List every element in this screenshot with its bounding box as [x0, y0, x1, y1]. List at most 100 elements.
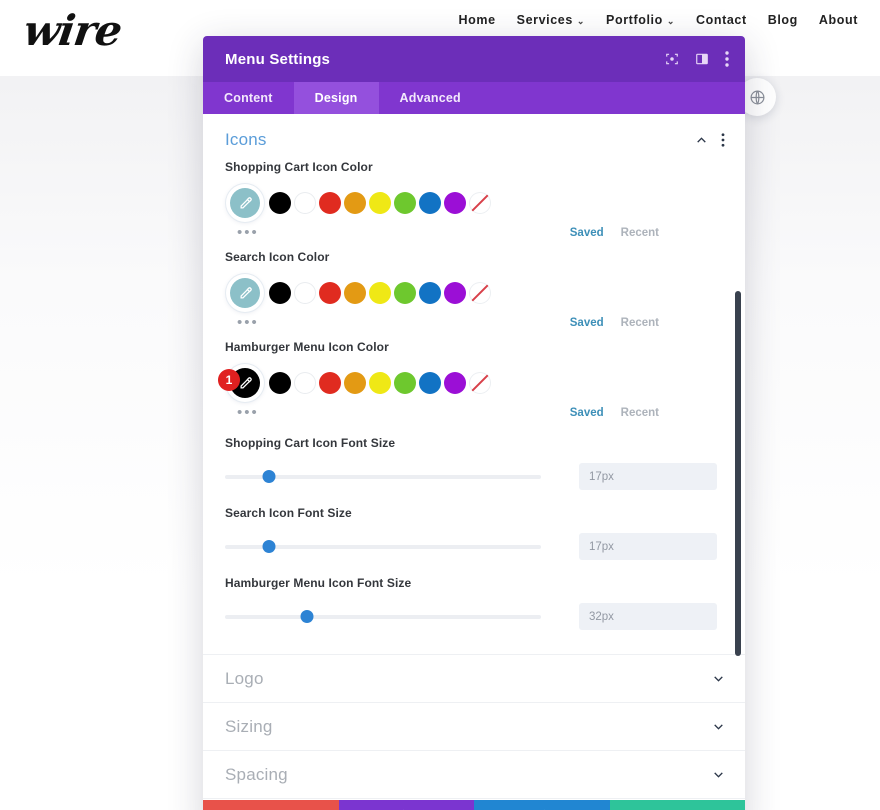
font-size-input[interactable]: 17px [579, 533, 717, 560]
swatch-#e39a14[interactable] [344, 192, 366, 214]
color-field: Hamburger Menu Icon Color 1 ••• Saved Recent [203, 340, 745, 420]
section-icons-header[interactable]: Icons [203, 114, 745, 160]
swatch-#ffffff[interactable] [294, 282, 316, 304]
swatch-#e02b20[interactable] [319, 372, 341, 394]
chevron-down-icon[interactable] [712, 768, 725, 781]
more-colors-button[interactable]: ••• [237, 315, 259, 330]
swatch-#1273c4[interactable] [419, 192, 441, 214]
panel-scrollbar[interactable] [735, 291, 741, 656]
redo-button[interactable] [474, 800, 610, 810]
tab-advanced[interactable]: Advanced [379, 82, 482, 114]
font-size-slider[interactable] [225, 537, 541, 557]
swatch-#1273c4[interactable] [419, 282, 441, 304]
nav-item-home[interactable]: Home [459, 13, 496, 27]
tab-design[interactable]: Design [293, 82, 379, 114]
recent-colors-link[interactable]: Recent [621, 317, 659, 329]
tab-content[interactable]: Content [203, 82, 294, 114]
modal-title-tools [665, 51, 729, 67]
color-field-label: Hamburger Menu Icon Color [225, 340, 389, 354]
font-size-input[interactable]: 17px [579, 463, 717, 490]
nav-item-about[interactable]: About [819, 13, 858, 27]
nav-item-label: Portfolio [606, 13, 663, 27]
save-button[interactable] [609, 800, 745, 810]
site-logo[interactable]: wire [21, 6, 125, 55]
swatch-#ffffff[interactable] [294, 192, 316, 214]
nav-item-contact[interactable]: Contact [696, 13, 747, 27]
saved-colors-link[interactable]: Saved [570, 407, 604, 419]
section-logo-header[interactable]: Logo [203, 655, 745, 702]
swatch-#000000[interactable] [269, 282, 291, 304]
swatch-#e02b20[interactable] [319, 192, 341, 214]
modified-count-badge: 1 [218, 369, 240, 391]
selected-color-button[interactable] [225, 183, 265, 223]
swatch-transparent[interactable] [469, 192, 491, 214]
more-colors-button[interactable]: ••• [237, 225, 259, 240]
slider-field-label: Search Icon Font Size [225, 506, 352, 520]
swatch-transparent[interactable] [469, 282, 491, 304]
color-swatch-row [225, 183, 723, 223]
swatch-#efe816[interactable] [369, 372, 391, 394]
swatch-#9b0fd6[interactable] [444, 192, 466, 214]
color-field: Search Icon Color ••• Saved Recent [203, 250, 745, 330]
undo-button[interactable] [338, 800, 474, 810]
slider-field: Search Icon Font Size 17px [203, 506, 745, 560]
saved-colors-link[interactable]: Saved [570, 317, 604, 329]
recent-colors-link[interactable]: Recent [621, 407, 659, 419]
more-colors-button[interactable]: ••• [237, 405, 259, 420]
swatch-row-footer: ••• Saved Recent [225, 315, 723, 330]
swatch-#000000[interactable] [269, 192, 291, 214]
chevron-down-icon[interactable] [712, 672, 725, 685]
section-spacing-header[interactable]: Spacing [203, 751, 745, 798]
color-swatch-row [225, 273, 723, 313]
font-size-slider[interactable] [225, 607, 541, 627]
font-size-slider[interactable] [225, 467, 541, 487]
section-sizing: Sizing [203, 703, 745, 751]
focus-target-icon[interactable] [665, 52, 679, 66]
chevron-down-icon: ⌄ [576, 15, 586, 26]
swatch-#efe816[interactable] [369, 192, 391, 214]
swatch-#e39a14[interactable] [344, 282, 366, 304]
swatch-row-footer: ••• Saved Recent [225, 405, 723, 420]
more-vertical-icon[interactable] [721, 133, 725, 147]
chevron-down-icon[interactable] [712, 720, 725, 733]
menu-settings-modal: Menu Settings Content Design Advanced Ic… [203, 36, 745, 810]
swatch-#e02b20[interactable] [319, 282, 341, 304]
split-panel-icon[interactable] [695, 52, 709, 66]
swatch-#6ec82e[interactable] [394, 192, 416, 214]
swatch-row-footer: ••• Saved Recent [225, 225, 723, 240]
section-sizing-header[interactable]: Sizing [203, 703, 745, 750]
swatch-#efe816[interactable] [369, 282, 391, 304]
saved-colors-link[interactable]: Saved [570, 227, 604, 239]
swatch-#e39a14[interactable] [344, 372, 366, 394]
swatch-#ffffff[interactable] [294, 372, 316, 394]
swatch-#9b0fd6[interactable] [444, 372, 466, 394]
chevron-up-icon[interactable] [695, 134, 708, 147]
font-size-input[interactable]: 32px [579, 603, 717, 630]
section-title: Sizing [225, 716, 273, 736]
more-vertical-icon[interactable] [725, 51, 729, 67]
color-field-label: Search Icon Color [225, 250, 330, 264]
nav-item-services[interactable]: Services ⌄ [517, 13, 585, 27]
section-title: Logo [225, 668, 264, 688]
slider-field-label: Shopping Cart Icon Font Size [225, 436, 396, 450]
swatch-#6ec82e[interactable] [394, 372, 416, 394]
swatch-#1273c4[interactable] [419, 372, 441, 394]
swatch-#6ec82e[interactable] [394, 282, 416, 304]
site-nav: Home Services ⌄ Portfolio ⌄ Contact Blog About [459, 13, 858, 27]
selected-color-button[interactable]: 1 [218, 363, 265, 403]
slider-handle[interactable] [300, 610, 314, 623]
swatch-#000000[interactable] [269, 372, 291, 394]
slider-handle[interactable] [262, 470, 276, 483]
globe-icon [749, 89, 766, 106]
section-icons: Icons Shopping Cart Icon Color ••• Saved Re… [203, 114, 745, 655]
selected-color-ring [226, 184, 264, 222]
cancel-button[interactable] [203, 800, 339, 810]
selected-color-button[interactable] [225, 273, 265, 313]
nav-item-portfolio[interactable]: Portfolio ⌄ [606, 13, 675, 27]
swatch-transparent[interactable] [469, 372, 491, 394]
nav-item-blog[interactable]: Blog [768, 13, 798, 27]
slider-handle[interactable] [262, 540, 276, 553]
recent-colors-link[interactable]: Recent [621, 227, 659, 239]
collapsed-section-list: Logo Sizing Spacing [203, 655, 745, 799]
swatch-#9b0fd6[interactable] [444, 282, 466, 304]
